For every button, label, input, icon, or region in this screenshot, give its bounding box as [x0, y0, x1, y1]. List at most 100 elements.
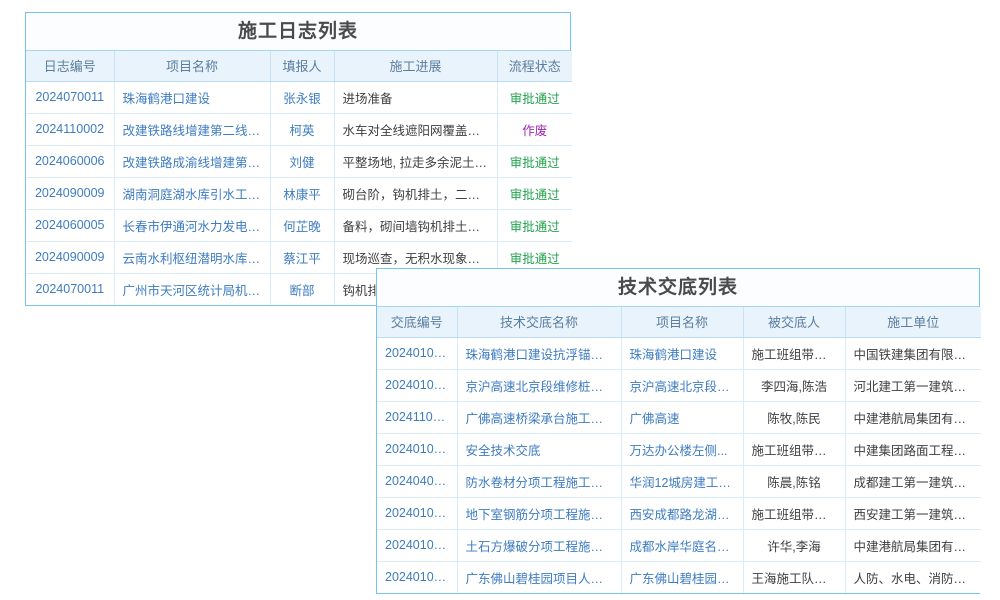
- disclosure-id-cell[interactable]: 2024010003: [377, 433, 457, 465]
- disclosure-name-cell[interactable]: 安全技术交底: [457, 433, 621, 465]
- disclosure-id-cell[interactable]: 2024010001: [377, 561, 457, 593]
- construction-unit-cell: 河北建工第一建筑有...: [845, 369, 981, 401]
- disclosed-to-cell: 施工班组带班...: [743, 433, 845, 465]
- table-header-row: 日志编号项目名称填报人施工进展流程状态: [26, 51, 572, 81]
- reporter-cell[interactable]: 刘健: [270, 145, 334, 177]
- project-name-cell[interactable]: 成都水岸华庭名苑...: [621, 529, 743, 561]
- reporter-cell[interactable]: 蔡江平: [270, 241, 334, 273]
- disclosure-name-column-header: 技术交底名称: [457, 307, 621, 337]
- construction-unit-cell: 人防、水电、消防暖通: [845, 561, 981, 593]
- construction-unit-cell: 中建集团路面工程有...: [845, 433, 981, 465]
- project-name-cell[interactable]: 珠海鹤港口建设: [114, 81, 270, 113]
- reporter-cell[interactable]: 柯英: [270, 113, 334, 145]
- construction-log-title: 施工日志列表: [26, 13, 570, 51]
- tech-disclosure-panel: 技术交底列表 交底编号技术交底名称项目名称被交底人施工单位 2024010003…: [376, 268, 980, 594]
- status-column-header: 流程状态: [497, 51, 572, 81]
- disclosure-id-cell[interactable]: 2024010004: [377, 369, 457, 401]
- table-body: 2024010003珠海鹤港口建设抗浮锚杆...珠海鹤港口建设施工班组带班...…: [377, 337, 981, 593]
- log-id-cell[interactable]: 2024060006: [26, 145, 114, 177]
- log-id-cell[interactable]: 2024090009: [26, 241, 114, 273]
- reporter-cell[interactable]: 张永银: [270, 81, 334, 113]
- table-row: 2024110001广佛高速桥梁承台施工技...广佛高速陈牧,陈民中建港航局集团…: [377, 401, 981, 433]
- progress-cell: 水车对全线遮阳网覆盖点进...: [334, 113, 497, 145]
- project-name-cell[interactable]: 京沪高速北京段维修: [621, 369, 743, 401]
- project-name-cell[interactable]: 广州市天河区统计局机房...: [114, 273, 270, 305]
- status-cell: 审批通过: [497, 209, 572, 241]
- disclosure-id-cell[interactable]: 2024110001: [377, 401, 457, 433]
- project-name-cell[interactable]: 珠海鹤港口建设: [621, 337, 743, 369]
- status-cell: 审批通过: [497, 145, 572, 177]
- table-row: 2024090009湖南洞庭湖水库引水工程...林康平砌台阶，钩机排土，二包砌.…: [26, 177, 572, 209]
- table-row: 2024010004京沪高速北京段维修桩辅...京沪高速北京段维修李四海,陈浩河…: [377, 369, 981, 401]
- disclosure-id-cell[interactable]: 2024010002: [377, 529, 457, 561]
- construction-unit-column-header: 施工单位: [845, 307, 981, 337]
- construction-log-table: 日志编号项目名称填报人施工进展流程状态 2024070011珠海鹤港口建设张永银…: [26, 51, 572, 305]
- disclosure-name-cell[interactable]: 广佛高速桥梁承台施工技...: [457, 401, 621, 433]
- progress-cell: 备料，砌间墙钩机排土，瓦...: [334, 209, 497, 241]
- disclosed-to-cell: 李四海,陈浩: [743, 369, 845, 401]
- table-row: 2024010001广东佛山碧桂园项目人防...广东佛山碧桂园项目王海施工队全队…: [377, 561, 981, 593]
- table-row: 2024010002土石方爆破分项工程施工...成都水岸华庭名苑...许华,李海…: [377, 529, 981, 561]
- reporter-cell[interactable]: 断部: [270, 273, 334, 305]
- project-name-cell[interactable]: 改建铁路线增建第二线直...: [114, 113, 270, 145]
- table-row: 2024010002地下室钢筋分项工程施工...西安成都路龙湖上...施工班组带…: [377, 497, 981, 529]
- project-name-cell[interactable]: 长春市伊通河水力发电厂...: [114, 209, 270, 241]
- project-name-cell[interactable]: 湖南洞庭湖水库引水工程...: [114, 177, 270, 209]
- disclosed-to-cell: 许华,李海: [743, 529, 845, 561]
- table-row: 2024070011珠海鹤港口建设张永银进场准备审批通过: [26, 81, 572, 113]
- status-cell: 审批通过: [497, 81, 572, 113]
- disclosure-id-column-header: 交底编号: [377, 307, 457, 337]
- disclosed-to-cell: 陈晨,陈铭: [743, 465, 845, 497]
- log-id-cell[interactable]: 2024070011: [26, 273, 114, 305]
- status-cell: 审批通过: [497, 177, 572, 209]
- reporter-column-header: 填报人: [270, 51, 334, 81]
- project-name-cell[interactable]: 改建铁路成渝线增建第二...: [114, 145, 270, 177]
- log-id-column-header: 日志编号: [26, 51, 114, 81]
- reporter-cell[interactable]: 何芷晚: [270, 209, 334, 241]
- table-header-row: 交底编号技术交底名称项目名称被交底人施工单位: [377, 307, 981, 337]
- project-name-cell[interactable]: 云南水利枢纽潜明水库一...: [114, 241, 270, 273]
- disclosed-to-cell: 陈牧,陈民: [743, 401, 845, 433]
- table-row: 2024040001防水卷材分项工程施工技...华润12城房建工程...陈晨,陈…: [377, 465, 981, 497]
- tech-disclosure-table: 交底编号技术交底名称项目名称被交底人施工单位 2024010003珠海鹤港口建设…: [377, 307, 981, 593]
- status-cell: 作废: [497, 113, 572, 145]
- disclosure-id-cell[interactable]: 2024040001: [377, 465, 457, 497]
- project-name-cell[interactable]: 万达办公楼左侧...: [621, 433, 743, 465]
- table-row: 2024060006改建铁路成渝线增建第二...刘健平整场地, 拉走多余泥土15…: [26, 145, 572, 177]
- disclosure-name-cell[interactable]: 地下室钢筋分项工程施工...: [457, 497, 621, 529]
- construction-unit-cell: 中建港航局集团有限...: [845, 529, 981, 561]
- table-row: 2024060005长春市伊通河水力发电厂...何芷晚备料，砌间墙钩机排土，瓦.…: [26, 209, 572, 241]
- reporter-cell[interactable]: 林康平: [270, 177, 334, 209]
- progress-cell: 平整场地, 拉走多余泥土15...: [334, 145, 497, 177]
- construction-log-panel: 施工日志列表 日志编号项目名称填报人施工进展流程状态 2024070011珠海鹤…: [25, 12, 571, 306]
- disclosure-name-cell[interactable]: 珠海鹤港口建设抗浮锚杆...: [457, 337, 621, 369]
- project-name-cell[interactable]: 广东佛山碧桂园项目: [621, 561, 743, 593]
- project-name-cell[interactable]: 广佛高速: [621, 401, 743, 433]
- progress-cell: 砌台阶，钩机排土，二包砌...: [334, 177, 497, 209]
- log-id-cell[interactable]: 2024060005: [26, 209, 114, 241]
- project-name-column-header: 项目名称: [114, 51, 270, 81]
- disclosed-to-column-header: 被交底人: [743, 307, 845, 337]
- log-id-cell[interactable]: 2024090009: [26, 177, 114, 209]
- tech-disclosure-title: 技术交底列表: [377, 269, 979, 307]
- progress-cell: 进场准备: [334, 81, 497, 113]
- log-id-cell[interactable]: 2024070011: [26, 81, 114, 113]
- project-name-cell[interactable]: 西安成都路龙湖上...: [621, 497, 743, 529]
- disclosure-name-cell[interactable]: 广东佛山碧桂园项目人防...: [457, 561, 621, 593]
- disclosure-id-cell[interactable]: 2024010002: [377, 497, 457, 529]
- disclosure-id-cell[interactable]: 2024010003: [377, 337, 457, 369]
- disclosure-name-cell[interactable]: 京沪高速北京段维修桩辅...: [457, 369, 621, 401]
- disclosed-to-cell: 施工班组带班...: [743, 337, 845, 369]
- disclosure-name-cell[interactable]: 防水卷材分项工程施工技...: [457, 465, 621, 497]
- construction-unit-cell: 成都建工第一建筑有...: [845, 465, 981, 497]
- table-row: 2024010003安全技术交底万达办公楼左侧...施工班组带班...中建集团路…: [377, 433, 981, 465]
- construction-unit-cell: 西安建工第一建筑有...: [845, 497, 981, 529]
- project-name-column-header: 项目名称: [621, 307, 743, 337]
- table-row: 2024110002改建铁路线增建第二线直...柯英水车对全线遮阳网覆盖点进..…: [26, 113, 572, 145]
- log-id-cell[interactable]: 2024110002: [26, 113, 114, 145]
- construction-unit-cell: 中建港航局集团有限...: [845, 401, 981, 433]
- project-name-cell[interactable]: 华润12城房建工程...: [621, 465, 743, 497]
- disclosed-to-cell: 施工班组带班...: [743, 497, 845, 529]
- disclosure-name-cell[interactable]: 土石方爆破分项工程施工...: [457, 529, 621, 561]
- construction-unit-cell: 中国铁建集团有限公司: [845, 337, 981, 369]
